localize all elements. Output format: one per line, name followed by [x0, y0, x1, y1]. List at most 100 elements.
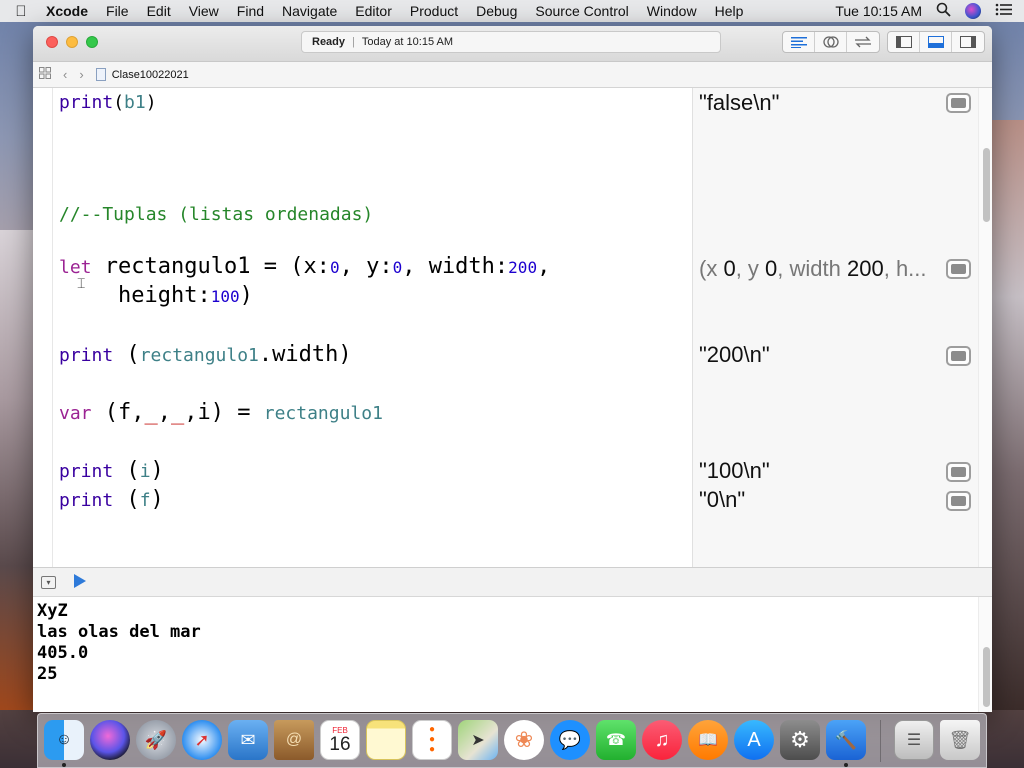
result-part: , width — [777, 256, 847, 281]
apple-icon[interactable]:  — [0, 3, 42, 20]
editor-scrollbar[interactable] — [978, 88, 992, 567]
code-line-print-i[interactable]: print (i) — [59, 458, 164, 483]
ibooks-icon[interactable]: 📖 — [688, 720, 728, 760]
close-window-button[interactable] — [46, 36, 58, 48]
token: b1 — [124, 92, 146, 113]
toggle-inspector-button[interactable] — [952, 32, 984, 52]
code-line-let-cont[interactable]: height:100) — [118, 283, 253, 308]
calendar-day: 16 — [329, 733, 351, 755]
menu-find[interactable]: Find — [228, 3, 273, 19]
xcode-icon[interactable]: 🔨 — [826, 720, 866, 760]
quick-look-button[interactable] — [946, 346, 971, 366]
assistant-editor-button[interactable] — [815, 32, 847, 52]
menu-clock[interactable]: Tue 10:15 AM — [835, 3, 922, 19]
token: ( — [113, 92, 125, 113]
code-comment[interactable]: //--Tuplas (listas ordenadas) — [59, 204, 373, 225]
activity-status: Ready — [312, 36, 346, 48]
photos-icon[interactable]: ❀ — [504, 720, 544, 760]
menu-help[interactable]: Help — [706, 3, 753, 19]
quick-look-button[interactable] — [946, 93, 971, 113]
reminders-icon[interactable]: ● ● ● — [412, 720, 452, 760]
token: ) — [239, 283, 253, 308]
menu-product[interactable]: Product — [401, 3, 467, 19]
documents-folder-icon[interactable]: ☰ — [894, 720, 934, 760]
version-editor-button[interactable] — [847, 32, 879, 52]
mail-icon[interactable]: ✉ — [228, 720, 268, 760]
token: print — [59, 345, 114, 366]
maps-icon[interactable]: ➤ — [458, 720, 498, 760]
console-scrollbar[interactable] — [978, 597, 992, 712]
standard-editor-button[interactable] — [783, 32, 815, 52]
menu-file[interactable]: File — [97, 3, 138, 19]
token: print — [59, 461, 114, 482]
back-chevron-icon[interactable]: ‹ — [57, 67, 73, 82]
safari-icon[interactable]: ➚ — [182, 720, 222, 760]
menu-view[interactable]: View — [180, 3, 228, 19]
token: ( — [113, 458, 140, 483]
token: _ — [144, 400, 158, 425]
spotlight-icon[interactable] — [936, 2, 951, 20]
token: _ — [171, 400, 185, 425]
token: ,i) = — [184, 400, 264, 425]
siri-icon[interactable] — [965, 3, 981, 19]
dock: ☺ 🚀 ➚ ✉ @ FEB 16 ● ● ● ➤ ❀ 💬 ☎ ♫ 📖 A ⚙ 🔨 ☰… — [37, 713, 987, 768]
siri-icon[interactable] — [90, 720, 130, 760]
menu-source-control[interactable]: Source Control — [526, 3, 637, 19]
result-part: 0 — [765, 256, 778, 281]
token: i — [139, 461, 151, 482]
zoom-window-button[interactable] — [86, 36, 98, 48]
token: , — [537, 254, 551, 279]
quick-look-button[interactable] — [946, 491, 971, 511]
menu-xcode[interactable]: Xcode — [42, 3, 97, 19]
forward-chevron-icon[interactable]: › — [73, 67, 89, 82]
toggle-debug-area-button[interactable] — [920, 32, 952, 52]
menu-edit[interactable]: Edit — [138, 3, 180, 19]
console-output[interactable]: XyZ las olas del mar 405.0 25 — [33, 597, 992, 712]
menu-debug[interactable]: Debug — [467, 3, 526, 19]
token: .width) — [258, 342, 352, 367]
ibeam-cursor-icon: ⌶ — [77, 275, 86, 291]
standard-editor-icon — [790, 37, 807, 48]
menu-editor[interactable]: Editor — [346, 3, 401, 19]
messages-icon[interactable]: 💬 — [550, 720, 590, 760]
notification-center-icon[interactable] — [995, 3, 1012, 19]
code-line-print-width[interactable]: print (rectangulo1.width) — [59, 342, 352, 367]
jump-bar: ‹ › Clase10022021 — [33, 62, 992, 88]
code-line-let[interactable]: let rectangulo1 = (x:0, y:0, width:200, — [59, 254, 550, 279]
token: rectangulo1 — [263, 403, 383, 424]
xcode-window: Ready | Today at 10:15 AM ‹ › Clase10022… — [33, 26, 992, 712]
quick-look-button[interactable] — [946, 259, 971, 279]
finder-icon[interactable]: ☺ — [44, 720, 84, 760]
result-part: 200 — [847, 256, 884, 281]
related-items-icon[interactable] — [33, 67, 57, 82]
console-scroll-thumb[interactable] — [983, 647, 990, 707]
code-line-var[interactable]: var (f,_,_,i) = rectangulo1 — [59, 400, 383, 425]
contacts-icon[interactable]: @ — [274, 720, 314, 760]
token: f — [139, 490, 151, 511]
toggle-navigator-button[interactable] — [888, 32, 920, 52]
menu-window[interactable]: Window — [638, 3, 706, 19]
jumpbar-file-name[interactable]: Clase10022021 — [112, 69, 189, 81]
system-preferences-icon[interactable]: ⚙ — [780, 720, 820, 760]
launchpad-icon[interactable]: 🚀 — [136, 720, 176, 760]
menu-navigate[interactable]: Navigate — [273, 3, 346, 19]
hide-debug-area-icon[interactable]: ▾ — [41, 576, 56, 589]
version-editor-icon — [855, 36, 871, 48]
quick-look-button[interactable] — [946, 462, 971, 482]
facetime-icon[interactable]: ☎ — [596, 720, 636, 760]
minimize-window-button[interactable] — [66, 36, 78, 48]
run-playground-icon[interactable] — [74, 574, 86, 588]
code-editor[interactable]: print(b1) "false\n" //--Tuplas (listas o… — [33, 88, 992, 567]
editor-scroll-thumb[interactable] — [983, 148, 990, 222]
calendar-icon[interactable]: FEB 16 — [320, 720, 360, 760]
app-store-icon[interactable]: A — [734, 720, 774, 760]
code-line-print-b1[interactable]: print(b1) — [59, 92, 157, 113]
editor-mode-group — [782, 31, 880, 53]
itunes-icon[interactable]: ♫ — [642, 720, 682, 760]
window-toolbar: Ready | Today at 10:15 AM — [33, 26, 992, 62]
trash-icon[interactable]: 🗑 — [940, 720, 980, 760]
console-line: las olas del mar — [37, 622, 201, 642]
code-line-print-f[interactable]: print (f) — [59, 487, 164, 512]
notes-icon[interactable] — [366, 720, 406, 760]
running-indicator — [844, 763, 848, 767]
